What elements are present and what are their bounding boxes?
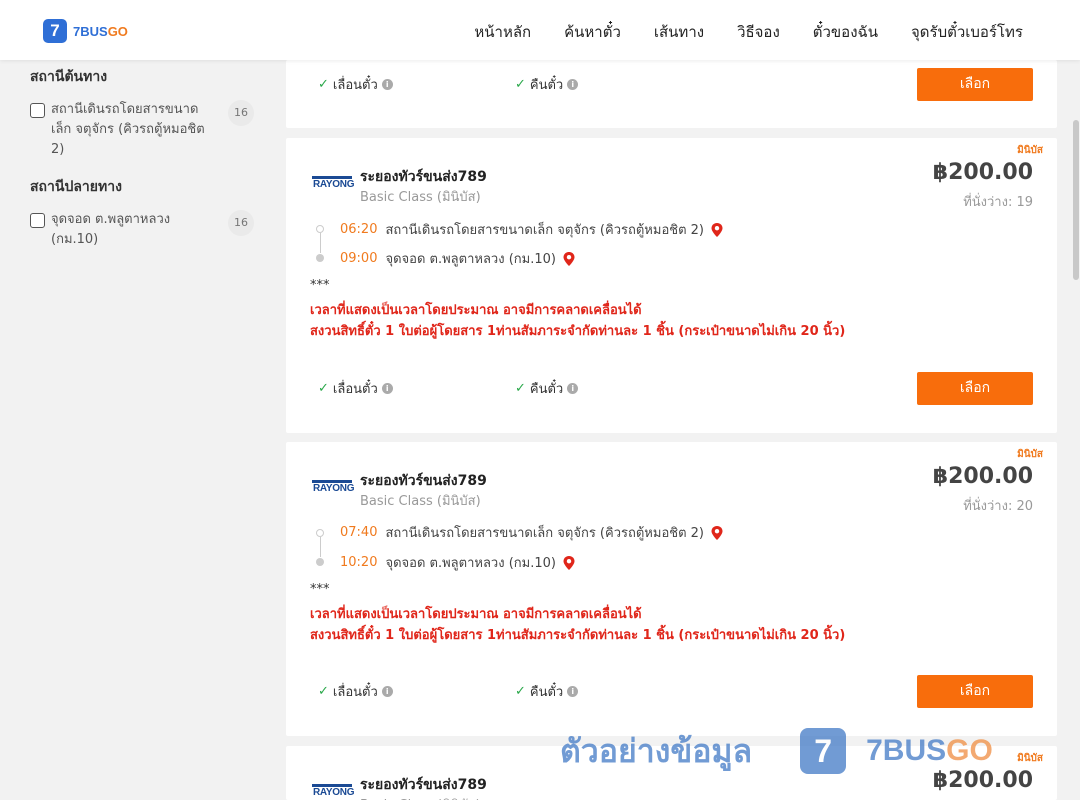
bus-type-badge: มินิบัส [1017, 449, 1043, 460]
change-ticket-feature: ✓ เลื่อนตั๋ว i [318, 378, 393, 399]
info-icon[interactable]: i [381, 383, 393, 394]
origin-filter-title: สถานีต้นทาง [30, 69, 108, 85]
dest-filter-title: สถานีปลายทาง [30, 179, 122, 195]
change-ticket-feature: ✓ เลื่อนตั๋ว i [318, 681, 393, 702]
departure-stop: 07:40 สถานีเดินรถโดยสารขนาดเล็ก จตุจักร … [340, 522, 724, 543]
arrival-time: 09:00 [340, 251, 378, 266]
info-icon[interactable]: i [567, 383, 579, 394]
refund-ticket-feature: ✓ คืนตั๋ว i [515, 681, 579, 702]
arrival-station: จุดจอด ต.พลูตาหลวง (กม.10) [385, 252, 556, 267]
bus-class: Basic Class (มินิบัส) [360, 190, 481, 205]
bus-type-badge: มินิบัส [1017, 753, 1043, 764]
arrival-time: 10:20 [340, 555, 378, 570]
arrival-stop: 09:00 จุดจอด ต.พลูตาหลวง (กม.10) [340, 248, 576, 269]
dest-filter-label: จุดจอด ต.พลูตาหลวง (กม.10) [51, 212, 171, 247]
trip-card: มินิบัส RAYONG ระยองทัวร์ขนส่ง789 Basic … [286, 442, 1057, 736]
bus-class: Basic Class (มินิบัส) [360, 794, 481, 800]
operator-name: ระยองทัวร์ขนส่ง789 [360, 777, 487, 793]
nav-search-ticket[interactable]: ค้นหาตั๋ว [564, 20, 621, 44]
check-icon: ✓ [515, 381, 526, 396]
note-stars: *** [310, 278, 330, 293]
main-nav: หน้าหลัก ค้นหาตั๋ว เส้นทาง วิธีจอง ตั๋วข… [474, 20, 1023, 44]
top-navbar: 7 7BUSGO หน้าหลัก ค้นหาตั๋ว เส้นทาง วิธี… [0, 0, 1080, 60]
trip-price: ฿200.00 [932, 464, 1033, 489]
arrival-stop: 10:20 จุดจอด ต.พลูตาหลวง (กม.10) [340, 552, 576, 573]
bus-class: Basic Class (มินิบัส) [360, 494, 481, 509]
map-pin-icon[interactable] [562, 251, 576, 267]
dest-count-badge: 16 [228, 210, 254, 236]
nav-home[interactable]: หน้าหลัก [474, 20, 531, 44]
select-button[interactable]: เลือก [917, 372, 1033, 405]
origin-checkbox[interactable] [30, 103, 45, 118]
origin-count-badge: 16 [228, 100, 254, 126]
operator-logo: RAYONG [312, 176, 354, 192]
dest-checkbox[interactable] [30, 213, 45, 228]
origin-filter-item[interactable]: สถานีเดินรถโดยสารขนาดเล็ก จตุจักร (คิวรถ… [30, 100, 256, 160]
site-logo[interactable]: 7 7BUSGO [43, 19, 128, 43]
watermark: ตัวอย่างข้อมูล 7 7BUSGO [560, 726, 993, 776]
watermark-text: ตัวอย่างข้อมูล [560, 731, 753, 770]
nav-routes[interactable]: เส้นทาง [654, 20, 704, 44]
refund-ticket-feature: ✓ คืนตั๋ว i [515, 378, 579, 399]
note-line-2: สงวนสิทธิ์ตั๋ว 1 ใบต่อผู้โดยสาร 1ท่านสัม… [310, 324, 846, 339]
check-icon: ✓ [515, 684, 526, 699]
page-scrollbar[interactable] [1072, 60, 1080, 800]
trip-card: มินิบัส RAYONG ระยองทัวร์ขนส่ง789 Basic … [286, 138, 1057, 433]
info-icon[interactable]: i [381, 686, 393, 697]
check-icon: ✓ [318, 381, 329, 396]
info-icon[interactable]: i [567, 686, 579, 697]
note-line-1: เวลาที่แสดงเป็นเวลาโดยประมาณ อาจมีการคลา… [310, 607, 642, 622]
check-icon: ✓ [515, 77, 526, 92]
route-timeline [314, 526, 326, 568]
refund-ticket-feature: ✓ คืนตั๋ว i [515, 74, 579, 95]
map-pin-icon[interactable] [710, 525, 724, 541]
note-line-1: เวลาที่แสดงเป็นเวลาโดยประมาณ อาจมีการคลา… [310, 303, 642, 318]
operator-name: ระยองทัวร์ขนส่ง789 [360, 473, 487, 489]
departure-stop: 06:20 สถานีเดินรถโดยสารขนาดเล็ก จตุจักร … [340, 219, 724, 240]
scrollbar-thumb[interactable] [1073, 120, 1079, 280]
departure-time: 06:20 [340, 222, 378, 237]
operator-logo: RAYONG [312, 480, 354, 496]
dest-filter-item[interactable]: จุดจอด ต.พลูตาหลวง (กม.10) 16 [30, 210, 256, 250]
departure-station: สถานีเดินรถโดยสารขนาดเล็ก จตุจักร (คิวรถ… [385, 223, 704, 238]
map-pin-icon[interactable] [562, 555, 576, 571]
trip-price: ฿200.00 [932, 160, 1033, 185]
select-button[interactable]: เลือก [917, 68, 1033, 101]
route-timeline [314, 222, 326, 264]
note-line-2: สงวนสิทธิ์ตั๋ว 1 ใบต่อผู้โดยสาร 1ท่านสัม… [310, 628, 846, 643]
change-ticket-feature: ✓ เลื่อนตั๋ว i [318, 74, 393, 95]
check-icon: ✓ [318, 684, 329, 699]
origin-filter-label: สถานีเดินรถโดยสารขนาดเล็ก จตุจักร (คิวรถ… [51, 102, 205, 157]
trip-card-partial: ✓ เลื่อนตั๋ว i ✓ คืนตั๋ว i เลือก [286, 60, 1057, 128]
seats-available: ที่นั่งว่าง: 20 [963, 499, 1033, 514]
info-icon[interactable]: i [381, 79, 393, 90]
filter-sidebar: สถานีต้นทาง สถานีเดินรถโดยสารขนาดเล็ก จต… [30, 60, 256, 250]
seats-available: ที่นั่งว่าง: 19 [963, 195, 1033, 210]
select-button[interactable]: เลือก [917, 675, 1033, 708]
operator-logo: RAYONG [312, 784, 354, 800]
watermark-logo-mark: 7 [800, 728, 847, 774]
nav-how-to-book[interactable]: วิธีจอง [737, 20, 780, 44]
note-stars: *** [310, 582, 330, 597]
departure-station: สถานีเดินรถโดยสารขนาดเล็ก จตุจักร (คิวรถ… [385, 526, 704, 541]
arrival-station: จุดจอด ต.พลูตาหลวง (กม.10) [385, 556, 556, 571]
departure-time: 07:40 [340, 525, 378, 540]
bus-type-badge: มินิบัส [1017, 145, 1043, 156]
nav-ticket-pickup[interactable]: จุดรับตั๋วเบอร์โทร [911, 20, 1023, 44]
logo-text: 7BUSGO [73, 23, 128, 39]
logo-mark: 7 [43, 19, 67, 43]
check-icon: ✓ [318, 77, 329, 92]
watermark-brand: 7BUSGO [866, 734, 993, 767]
map-pin-icon[interactable] [710, 222, 724, 238]
info-icon[interactable]: i [567, 79, 579, 90]
operator-name: ระยองทัวร์ขนส่ง789 [360, 169, 487, 185]
nav-my-tickets[interactable]: ตั๋วของฉัน [813, 20, 878, 44]
